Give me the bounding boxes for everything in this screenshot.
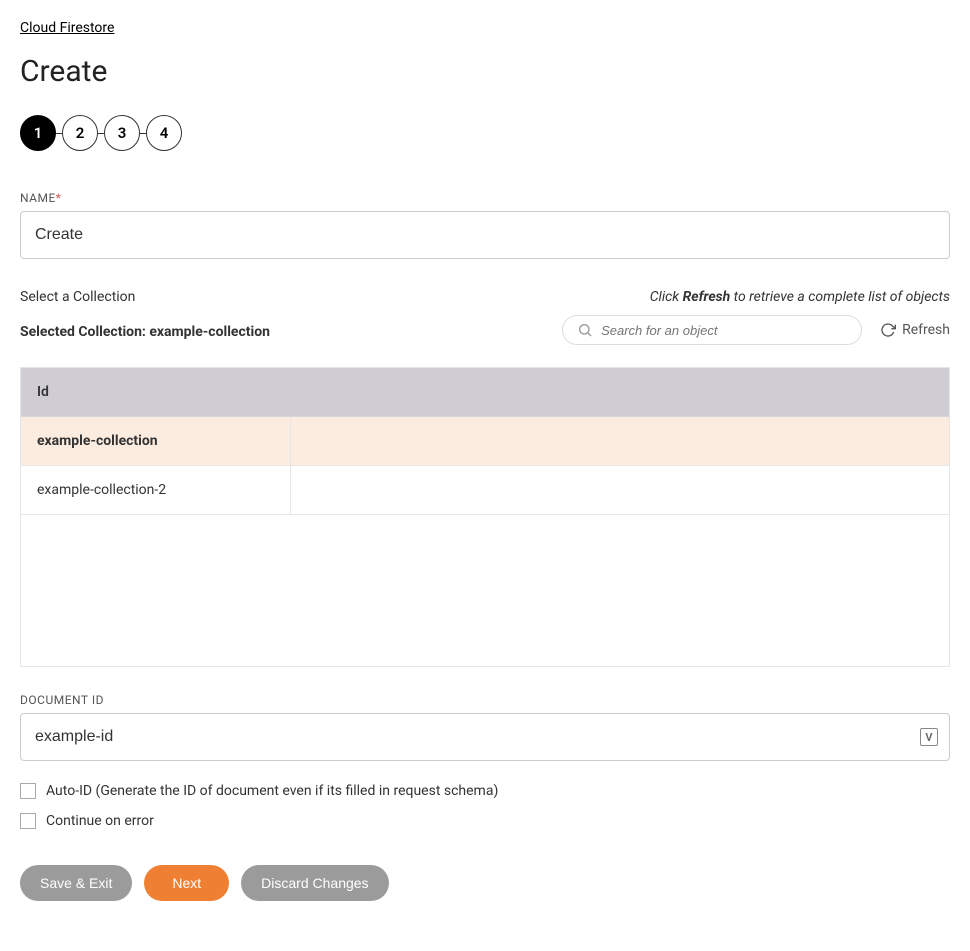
continue-on-error-checkbox[interactable] bbox=[20, 813, 36, 829]
refresh-icon bbox=[880, 322, 896, 338]
document-id-label: DOCUMENT ID bbox=[20, 693, 950, 707]
refresh-button[interactable]: Refresh bbox=[880, 322, 950, 338]
step-3[interactable]: 3 bbox=[104, 115, 140, 151]
step-2[interactable]: 2 bbox=[62, 115, 98, 151]
collections-table: Id example-collection example-collection… bbox=[20, 367, 950, 667]
step-1[interactable]: 1 bbox=[20, 115, 56, 151]
name-label: NAME* bbox=[20, 191, 950, 205]
auto-id-checkbox[interactable] bbox=[20, 783, 36, 799]
continue-on-error-label: Continue on error bbox=[46, 813, 154, 829]
page-title: Create bbox=[20, 54, 950, 89]
refresh-hint: Click Refresh to retrieve a complete lis… bbox=[650, 289, 950, 305]
search-input[interactable] bbox=[601, 323, 847, 338]
table-row[interactable]: example-collection bbox=[21, 417, 949, 466]
name-input[interactable] bbox=[20, 211, 950, 259]
search-box[interactable] bbox=[562, 315, 862, 345]
discard-button[interactable]: Discard Changes bbox=[241, 865, 388, 901]
variable-icon[interactable]: V bbox=[920, 728, 938, 746]
next-button[interactable]: Next bbox=[144, 865, 229, 901]
table-row[interactable]: example-collection-2 bbox=[21, 466, 949, 515]
table-cell-empty bbox=[291, 417, 949, 465]
table-cell-id: example-collection bbox=[21, 417, 291, 465]
document-id-input[interactable] bbox=[20, 713, 950, 761]
continue-on-error-checkbox-row[interactable]: Continue on error bbox=[20, 813, 950, 829]
stepper: 1 2 3 4 bbox=[20, 115, 950, 151]
table-header-id: Id bbox=[21, 368, 949, 417]
selected-collection-line: Selected Collection: example-collection bbox=[20, 324, 270, 340]
table-cell-id: example-collection-2 bbox=[21, 466, 291, 514]
step-4[interactable]: 4 bbox=[146, 115, 182, 151]
breadcrumb-cloud-firestore[interactable]: Cloud Firestore bbox=[20, 20, 114, 36]
table-cell-empty bbox=[291, 466, 949, 514]
select-collection-label: Select a Collection bbox=[20, 289, 135, 305]
save-exit-button[interactable]: Save & Exit bbox=[20, 865, 132, 901]
auto-id-label: Auto-ID (Generate the ID of document eve… bbox=[46, 783, 498, 799]
auto-id-checkbox-row[interactable]: Auto-ID (Generate the ID of document eve… bbox=[20, 783, 950, 799]
search-icon bbox=[577, 322, 593, 338]
